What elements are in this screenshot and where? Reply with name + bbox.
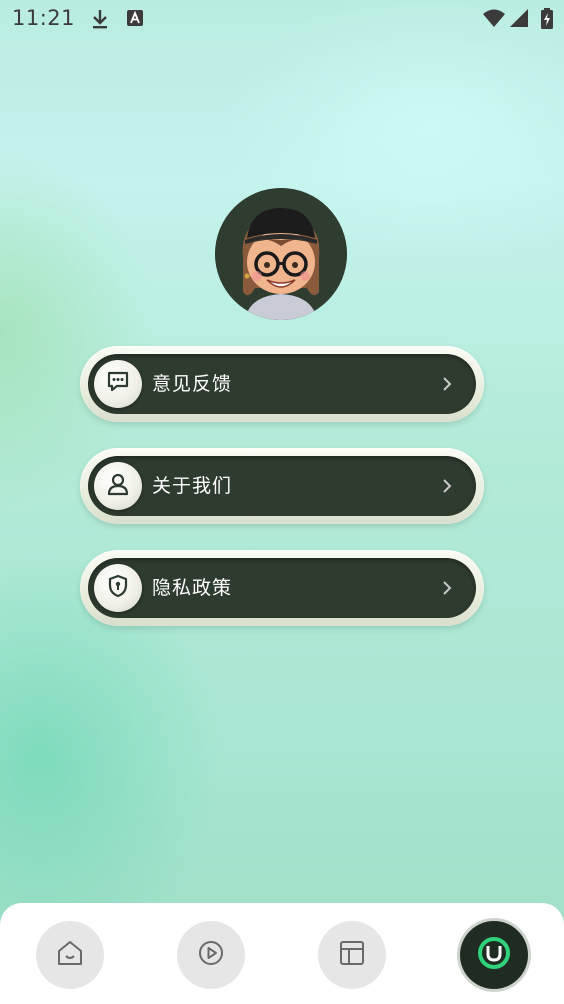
- avatar[interactable]: [215, 188, 347, 320]
- signal-icon: [509, 8, 529, 32]
- bottom-nav: [0, 903, 564, 1004]
- person-icon: [105, 471, 131, 501]
- menu-item-inner: 隐私政策: [88, 558, 476, 618]
- chevron-right-icon: [442, 580, 452, 600]
- layout-icon: [337, 938, 367, 972]
- nav-home-button[interactable]: [36, 921, 104, 989]
- menu-item-label: 隐私政策: [152, 577, 233, 599]
- home-icon: [55, 938, 85, 972]
- menu-icon-badge: [94, 564, 142, 612]
- chevron-right-icon: [442, 478, 452, 498]
- nav-profile-button[interactable]: [460, 921, 528, 989]
- menu-item-about-us[interactable]: 关于我们: [80, 448, 484, 524]
- download-icon: [90, 8, 110, 34]
- profile-icon: [474, 933, 514, 977]
- chevron-right-icon: [442, 376, 452, 396]
- avatar-icon: [215, 188, 347, 320]
- status-bar: 11:21: [0, 0, 564, 38]
- menu-icon-badge: [94, 360, 142, 408]
- menu-item-feedback[interactable]: 意见反馈: [80, 346, 484, 422]
- menu-item-privacy-policy[interactable]: 隐私政策: [80, 550, 484, 626]
- status-time: 11:21: [12, 6, 76, 30]
- menu-item-label: 关于我们: [152, 475, 233, 497]
- nav-layout-button[interactable]: [318, 921, 386, 989]
- a-notification-icon: [126, 8, 144, 32]
- chat-bubble-icon: [105, 369, 131, 399]
- battery-icon: [540, 8, 554, 34]
- menu-icon-badge: [94, 462, 142, 510]
- play-icon: [196, 938, 226, 972]
- menu-item-inner: 意见反馈: [88, 354, 476, 414]
- menu-item-inner: 关于我们: [88, 456, 476, 516]
- menu-item-label: 意见反馈: [152, 373, 233, 395]
- nav-play-button[interactable]: [177, 921, 245, 989]
- shield-icon: [105, 573, 131, 603]
- wifi-icon: [482, 8, 506, 32]
